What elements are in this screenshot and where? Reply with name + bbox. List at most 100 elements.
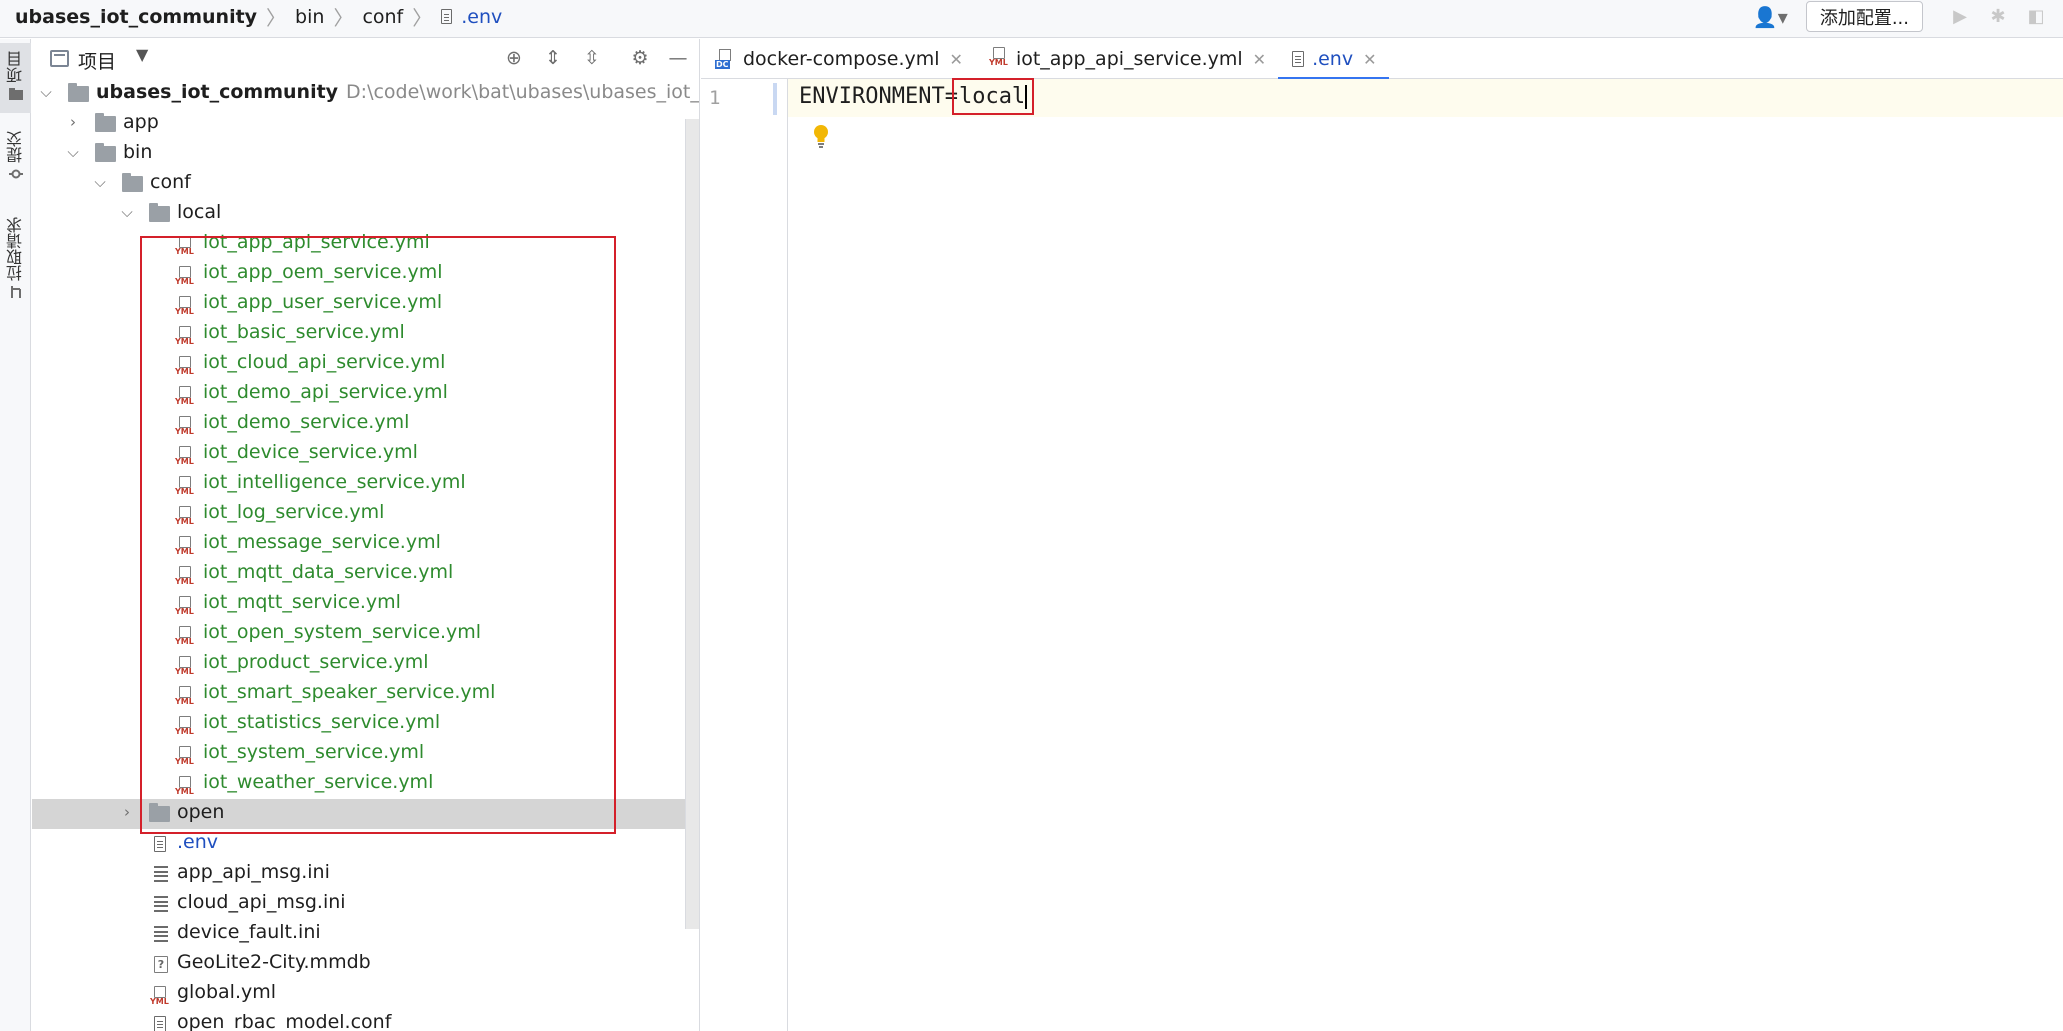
folder-icon [149, 203, 170, 222]
yml-file-icon: YML [175, 476, 194, 496]
tree-file-item[interactable]: YML iot_demo_service.yml [32, 409, 699, 439]
tree-node-conf[interactable]: ⌵ conf [32, 169, 699, 199]
tree-file-item[interactable]: YML iot_app_oem_service.yml [32, 259, 699, 289]
chevron-down-icon[interactable]: ⌵ [65, 143, 81, 161]
settings-gear-icon[interactable]: ⚙ [628, 46, 652, 70]
folder-icon [95, 113, 116, 132]
breadcrumb-project[interactable]: ubases_iot_community [15, 6, 257, 28]
breadcrumb-file[interactable]: .env [461, 6, 502, 28]
tab-iot-app-api-service[interactable]: YML iot_app_api_service.yml ✕ [975, 39, 1278, 79]
tree-file-label: iot_demo_service.yml [203, 411, 410, 433]
tree-file-item[interactable]: cloud_api_msg.ini [32, 889, 699, 919]
tree-node-root[interactable]: ⌵ ubases_iot_community D:\code\work\bat\u… [32, 79, 699, 109]
tree-file-item[interactable]: app_api_msg.ini [32, 859, 699, 889]
tree-file-item[interactable]: YML iot_smart_speaker_service.yml [32, 679, 699, 709]
chevron-down-icon[interactable]: ⌵ [92, 173, 108, 191]
lightbulb-icon[interactable] [811, 123, 831, 149]
root-name: ubases_iot_community [96, 81, 339, 103]
expand-all-icon[interactable]: ⇕ [541, 46, 565, 70]
tree-file-item[interactable]: open_rbac_model.conf [32, 1009, 699, 1031]
tree-file-item[interactable]: YML iot_weather_service.yml [32, 769, 699, 799]
tree-node-bin[interactable]: ⌵ bin [32, 139, 699, 169]
run-icon[interactable]: ▶ [1949, 6, 1971, 28]
coverage-icon[interactable]: ◧ [2025, 6, 2047, 28]
tree-file-label: .env [177, 831, 219, 853]
chevron-down-icon[interactable]: ⌵ [119, 203, 135, 221]
breadcrumb-bin[interactable]: bin [295, 6, 324, 28]
yml-file-icon: YML [175, 716, 194, 736]
tree-file-item[interactable]: .env [32, 829, 699, 859]
project-view-icon [50, 50, 69, 67]
tree-file-label: iot_mqtt_service.yml [203, 591, 401, 613]
tab-docker-compose[interactable]: DC docker-compose.yml ✕ [701, 39, 975, 79]
code-line[interactable]: ENVIRONMENT=local [799, 78, 1035, 115]
tree-node-conf-label: conf [150, 171, 191, 193]
folder-icon [8, 88, 23, 100]
chevron-down-icon[interactable]: ▼ [136, 45, 148, 64]
tree-file-item[interactable]: device_fault.ini [32, 919, 699, 949]
tree-node-open[interactable]: › open [32, 799, 699, 829]
tree-file-item[interactable]: YML iot_mqtt_service.yml [32, 589, 699, 619]
commit-tool-tab[interactable]: 提交 [0, 131, 31, 201]
ini-file-icon [154, 896, 168, 912]
tree-file-item[interactable]: YML iot_open_system_service.yml [32, 619, 699, 649]
chevron-right-icon[interactable]: › [65, 113, 81, 131]
pull-request-tool-tab[interactable]: 拉取请求 [0, 217, 31, 317]
tree-file-item[interactable]: YML iot_basic_service.yml [32, 319, 699, 349]
vertical-scrollbar[interactable] [685, 119, 699, 929]
tree-node-root-label: ubases_iot_community D:\code\work\bat\uba… [96, 81, 699, 103]
close-icon[interactable]: ✕ [950, 50, 963, 69]
chevron-right-icon[interactable]: › [119, 803, 135, 821]
tree-node-app[interactable]: › app [32, 109, 699, 139]
tree-node-local[interactable]: ⌵ local [32, 199, 699, 229]
code-key: ENVIRONMENT= [799, 84, 958, 109]
change-marker [773, 83, 777, 115]
account-icon[interactable]: 👤▾ [1753, 5, 1788, 29]
collapse-all-icon[interactable]: ⇳ [580, 46, 604, 70]
tree-file-item[interactable]: YML iot_intelligence_service.yml [32, 469, 699, 499]
pull-request-tool-tab-label: 拉取请求 [5, 217, 25, 281]
tree-file-label: iot_app_api_service.yml [203, 231, 430, 253]
add-configuration-button[interactable]: 添加配置... [1805, 1, 1923, 32]
line-number: 1 [709, 87, 721, 109]
env-file-icon [1292, 51, 1305, 67]
tree-file-label: iot_statistics_service.yml [203, 711, 441, 733]
ini-file-icon [154, 866, 168, 882]
hide-panel-icon[interactable]: — [666, 46, 690, 70]
folder-icon [149, 803, 170, 822]
tree-file-item[interactable]: YML iot_cloud_api_service.yml [32, 349, 699, 379]
locate-file-icon[interactable]: ⊕ [502, 46, 526, 70]
tool-window-strip: 项目 提交 拉取请求 [0, 39, 31, 1031]
breadcrumb-conf[interactable]: conf [362, 6, 403, 28]
tree-file-item[interactable]: YML iot_demo_api_service.yml [32, 379, 699, 409]
tree-file-item[interactable]: YML iot_device_service.yml [32, 439, 699, 469]
tree-file-label: open_rbac_model.conf [177, 1011, 392, 1031]
project-tool-tab[interactable]: 项目 [0, 43, 31, 113]
tree-node-bin-label: bin [123, 141, 153, 163]
debug-icon[interactable]: ✱ [1987, 6, 2009, 28]
tree-file-item[interactable]: YML iot_app_api_service.yml [32, 229, 699, 259]
project-view-selector[interactable]: 项目 [78, 47, 116, 74]
project-panel-header: 项目 ▼ ⊕ ⇕ ⇳ ⚙ — [32, 39, 699, 79]
tree-file-item[interactable]: YML iot_statistics_service.yml [32, 709, 699, 739]
yml-file-icon: YML [175, 416, 194, 436]
tree-file-item[interactable]: YML iot_app_user_service.yml [32, 289, 699, 319]
yml-file-icon: YML [175, 266, 194, 286]
commit-tool-tab-label: 提交 [5, 131, 25, 163]
tree-file-label: iot_mqtt_data_service.yml [203, 561, 454, 583]
close-icon[interactable]: ✕ [1363, 50, 1376, 69]
tab-label: iot_app_api_service.yml [1015, 48, 1243, 70]
tree-file-item[interactable]: YML global.yml [32, 979, 699, 1009]
tab-label: .env [1312, 48, 1354, 70]
tree-file-item[interactable]: YML iot_message_service.yml [32, 529, 699, 559]
tree-file-item[interactable]: ? GeoLite2-City.mmdb [32, 949, 699, 979]
tree-file-item[interactable]: YML iot_product_service.yml [32, 649, 699, 679]
code-value-highlighted: local [951, 78, 1035, 115]
close-icon[interactable]: ✕ [1253, 50, 1266, 69]
tab-env[interactable]: .env ✕ [1278, 39, 1389, 80]
tree-file-item[interactable]: YML iot_system_service.yml [32, 739, 699, 769]
chevron-down-icon[interactable]: ⌵ [38, 83, 54, 101]
tree-file-item[interactable]: YML iot_mqtt_data_service.yml [32, 559, 699, 589]
env-file-icon [441, 9, 453, 24]
tree-file-item[interactable]: YML iot_log_service.yml [32, 499, 699, 529]
